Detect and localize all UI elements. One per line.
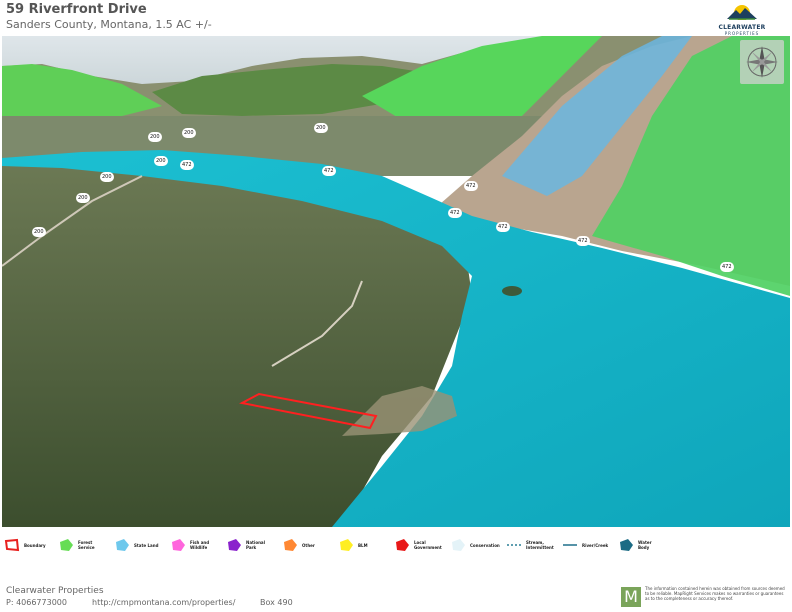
road-label-472: 472 bbox=[448, 208, 462, 218]
legend-item: Conservation bbox=[450, 536, 500, 554]
conservation-icon bbox=[452, 539, 465, 551]
blm-icon bbox=[340, 539, 353, 551]
national-park-icon bbox=[228, 539, 241, 551]
local-government-icon bbox=[396, 539, 409, 551]
legend-item: Water Body bbox=[618, 536, 664, 554]
road-label-472: 472 bbox=[322, 166, 336, 176]
legend-item: River/Creek bbox=[562, 536, 608, 554]
stream-intermittent-icon bbox=[507, 544, 521, 546]
legend-label: Stream, Intermittent bbox=[526, 540, 554, 550]
legend-item: National Park bbox=[226, 536, 272, 554]
road-label-200: 200 bbox=[314, 123, 328, 133]
legend-item: Other bbox=[282, 536, 328, 554]
legend-label: Boundary bbox=[24, 542, 46, 548]
road-label-200: 200 bbox=[32, 227, 46, 237]
legend-item: Forest Service bbox=[58, 536, 104, 554]
legend-label: Conservation bbox=[470, 542, 500, 548]
map-view[interactable]: 472 472 472 472 472 472 472 200 200 200 … bbox=[2, 36, 790, 527]
legend-item: Stream, Intermittent bbox=[506, 536, 554, 554]
page-subtitle: Sanders County, Montana, 1.5 AC +/- bbox=[6, 18, 212, 31]
compass-rose-icon bbox=[746, 46, 778, 78]
road-label-200: 200 bbox=[182, 128, 196, 138]
road-label-200: 200 bbox=[100, 172, 114, 182]
logo-brand: CLEARWATER bbox=[718, 24, 766, 31]
legend: Boundary Forest Service State Land Fish … bbox=[0, 530, 792, 560]
footer-box: Box 490 bbox=[260, 598, 293, 607]
boundary-icon bbox=[4, 538, 20, 552]
legend-label: Fish and Wildlife bbox=[190, 540, 210, 550]
state-land-icon bbox=[116, 539, 129, 551]
legend-label: River/Creek bbox=[582, 542, 609, 548]
mountain-sun-icon bbox=[727, 5, 757, 21]
road-label-200: 200 bbox=[148, 132, 162, 142]
legend-label: Local Government bbox=[414, 540, 442, 550]
legend-item: State Land bbox=[114, 536, 160, 554]
other-icon bbox=[284, 539, 297, 551]
road-label-200: 200 bbox=[76, 193, 90, 203]
legend-label: State Land bbox=[134, 542, 159, 548]
footer-url-link[interactable]: http://cmpmontana.com/properties/ bbox=[92, 598, 235, 607]
legend-label: Forest Service bbox=[78, 540, 95, 550]
compass-button[interactable] bbox=[740, 40, 784, 84]
legend-item: Boundary bbox=[4, 536, 50, 554]
legend-item: BLM bbox=[338, 536, 384, 554]
water-body-icon bbox=[620, 539, 633, 551]
terrain-map bbox=[2, 36, 790, 527]
clearwater-logo: CLEARWATER PROPERTIES bbox=[706, 2, 778, 36]
fish-and-wildlife-icon bbox=[172, 539, 185, 551]
legend-label: National Park bbox=[246, 540, 265, 550]
legend-item: Local Government bbox=[394, 536, 442, 554]
forest-service-icon bbox=[60, 539, 73, 551]
legend-label: Other bbox=[302, 542, 315, 548]
road-label-472: 472 bbox=[720, 262, 734, 272]
page-title: 59 Riverfront Drive bbox=[6, 2, 147, 17]
river-creek-icon bbox=[563, 544, 577, 546]
legend-label: BLM bbox=[358, 542, 368, 548]
road-label-472: 472 bbox=[496, 222, 510, 232]
mapright-logo: M bbox=[621, 587, 641, 607]
legend-label: Water Body bbox=[638, 540, 652, 550]
road-label-200: 200 bbox=[154, 156, 168, 166]
footer-company: Clearwater Properties bbox=[6, 586, 104, 596]
road-label-472: 472 bbox=[576, 236, 590, 246]
disclaimer-text: The information contained herein was obt… bbox=[645, 586, 785, 601]
road-label-472: 472 bbox=[180, 160, 194, 170]
road-label-472: 472 bbox=[464, 181, 478, 191]
footer-phone: P: 4066773000 bbox=[6, 598, 67, 607]
legend-item: Fish and Wildlife bbox=[170, 536, 216, 554]
